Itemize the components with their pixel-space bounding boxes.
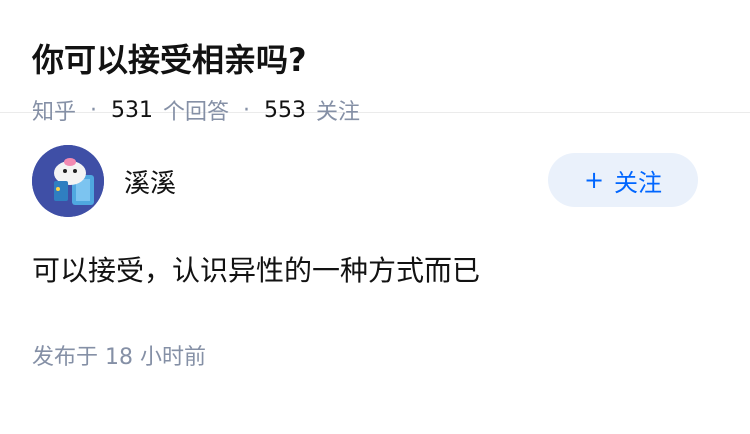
published-label: 发布于 [32,345,99,370]
avatar-illustration [32,145,104,217]
question-header: 你可以接受相亲吗? 知乎 · 531 个回答 · 553 关注 [0,0,750,125]
published-time: 18 小时前 [105,345,207,370]
answer-content[interactable]: 可以接受，认识异性的一种方式而已 [32,251,718,291]
follow-button[interactable]: + 关注 [548,153,698,207]
avatar[interactable] [32,145,104,217]
author-name[interactable]: 溪溪 [124,163,176,200]
follow-button-label: 关注 [614,168,663,197]
question-title[interactable]: 你可以接受相亲吗? [32,38,718,82]
plus-icon: + [583,166,605,194]
answer-card: 溪溪 + 关注 可以接受，认识异性的一种方式而已 发布于 18 小时前 [0,113,750,371]
answer-meta: 发布于 18 小时前 [32,339,718,371]
